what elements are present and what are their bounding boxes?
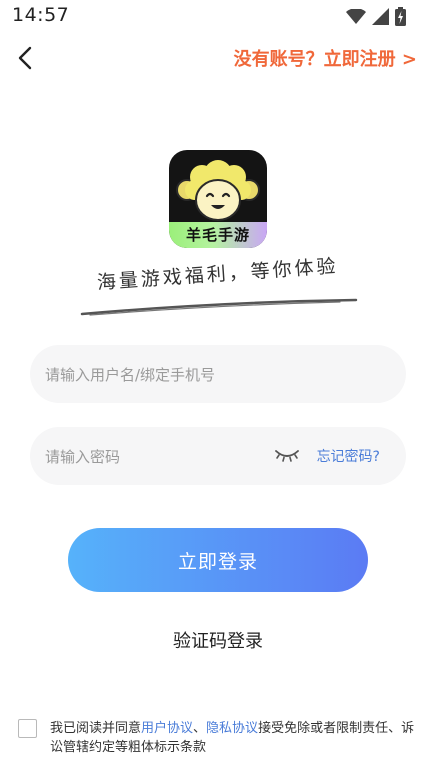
- agreement-separator: 、: [193, 721, 207, 736]
- agreement-prefix: 我已阅读并同意: [50, 721, 142, 736]
- eye-closed-icon[interactable]: [275, 448, 299, 462]
- status-bar: 14:57: [0, 0, 436, 32]
- battery-charging-icon: [395, 7, 406, 26]
- login-button[interactable]: 立即登录: [68, 528, 368, 592]
- slogan-text: 海量游戏福利，等你体验: [96, 255, 340, 294]
- sheep-mascot-icon: [176, 160, 260, 221]
- wifi-icon: [346, 9, 366, 24]
- username-input[interactable]: [43, 345, 397, 405]
- sms-code-login-link[interactable]: 验证码登录: [0, 627, 436, 653]
- app-logo: 羊毛手游: [169, 150, 267, 248]
- cellular-signal-icon: [372, 8, 389, 25]
- user-agreement-link[interactable]: 用户协议: [141, 721, 193, 736]
- login-screen: 14:57 没有账号？立即注册 > 羊毛手游 海量游戏福利，等你体验 请输入用户…: [0, 0, 436, 775]
- password-field-container: 忘记密码?: [30, 427, 406, 487]
- privacy-agreement-link[interactable]: 隐私协议: [206, 721, 258, 736]
- username-field-container: [30, 345, 406, 405]
- status-time: 14:57: [12, 4, 70, 26]
- slogan-brush-stroke: [80, 298, 358, 316]
- status-icons: [346, 7, 406, 26]
- agreement-text: 我已阅读并同意用户协议、隐私协议接受免除或者限制责任、诉讼管辖约定等粗体标示条款: [50, 719, 420, 757]
- agreement-checkbox[interactable]: [18, 719, 37, 738]
- logo-brand-text: 羊毛手游: [185, 226, 250, 244]
- chevron-left-icon: [18, 46, 32, 70]
- register-link[interactable]: 没有账号？立即注册 >: [234, 45, 417, 71]
- forgot-password-link[interactable]: 忘记密码?: [317, 446, 380, 466]
- back-button[interactable]: [14, 44, 40, 72]
- password-input[interactable]: [43, 427, 272, 487]
